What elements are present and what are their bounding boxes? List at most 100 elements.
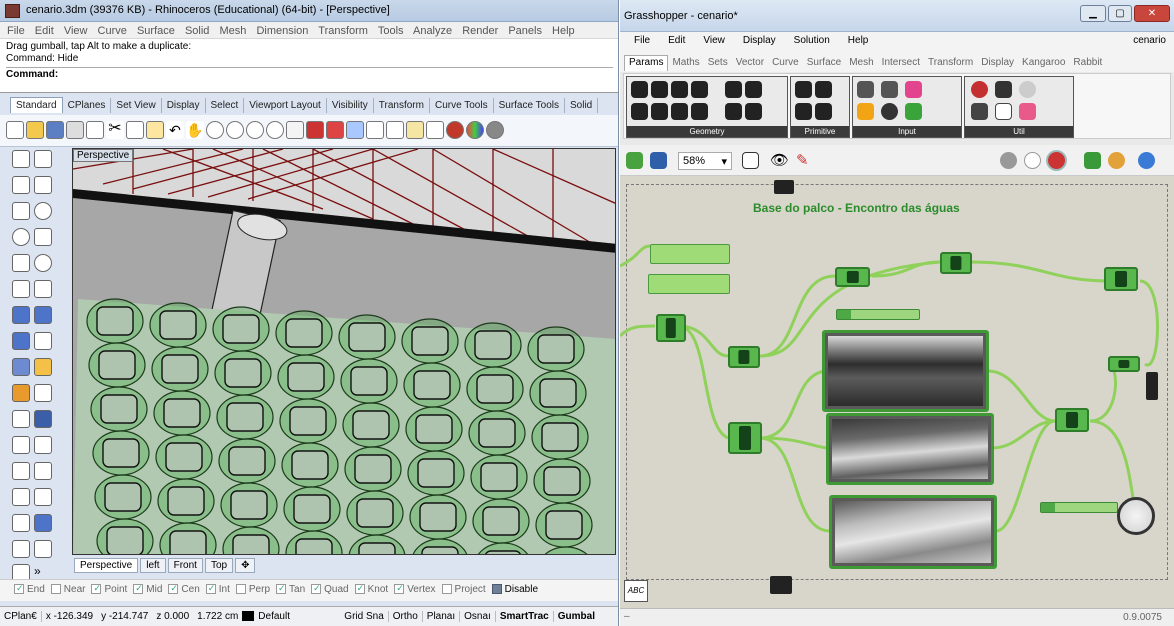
select-points-icon[interactable] xyxy=(34,150,52,168)
gh-menu-display[interactable]: Display xyxy=(743,35,776,46)
tab-select[interactable]: Select xyxy=(206,98,245,113)
new-file-icon[interactable] xyxy=(6,121,24,139)
matrix-icon[interactable] xyxy=(905,103,922,120)
zoom-extents-icon[interactable] xyxy=(246,121,264,139)
number-param-icon[interactable] xyxy=(815,81,832,98)
menu-analyze[interactable]: Analyze xyxy=(413,25,452,37)
selected-only-icon[interactable] xyxy=(1084,152,1101,169)
osnap-checkbox-mid[interactable] xyxy=(133,584,144,595)
tab-standard[interactable]: Standard xyxy=(10,97,63,113)
dimension-icon[interactable] xyxy=(12,384,30,402)
arrow-icon[interactable] xyxy=(995,81,1012,98)
output-dial-icon[interactable] xyxy=(1117,497,1155,535)
group-anchor-bottom-icon[interactable] xyxy=(770,576,792,594)
shade-icon[interactable] xyxy=(346,121,364,139)
scale-icon[interactable] xyxy=(12,540,30,558)
undo-icon[interactable]: ↶ xyxy=(166,121,184,139)
arc-param-icon[interactable] xyxy=(745,103,762,120)
menu-file[interactable]: File xyxy=(7,25,25,37)
panel-component[interactable] xyxy=(650,244,730,264)
gh-component-node[interactable] xyxy=(1104,267,1138,291)
image-preview-node[interactable] xyxy=(822,330,989,412)
sketch-pen-icon[interactable]: ✎ xyxy=(796,152,813,169)
surface-param-icon[interactable] xyxy=(671,81,688,98)
menu-panels[interactable]: Panels xyxy=(508,25,542,37)
surface-icon[interactable] xyxy=(12,306,30,324)
open-file-icon[interactable] xyxy=(26,121,44,139)
status-osnap[interactable]: Osnaı xyxy=(460,611,496,622)
array-icon[interactable] xyxy=(34,488,52,506)
status-gumball[interactable]: Gumbal xyxy=(554,611,599,622)
perspective-viewport[interactable]: Perspective xyxy=(72,148,616,555)
arc-icon[interactable] xyxy=(12,228,30,246)
point-param-icon[interactable] xyxy=(745,81,762,98)
group-anchor-top-icon[interactable] xyxy=(774,180,794,194)
vtab-top[interactable]: Top xyxy=(204,558,234,573)
abc-sketch-icon[interactable]: ABC xyxy=(624,580,648,602)
gh-tab-curve[interactable]: Curve xyxy=(768,56,803,71)
join-icon[interactable] xyxy=(34,410,52,428)
polygon-icon[interactable] xyxy=(34,228,52,246)
gh-menu-edit[interactable]: Edit xyxy=(668,35,685,46)
lock-icon[interactable] xyxy=(426,121,444,139)
curve-icon[interactable] xyxy=(12,202,30,220)
integer-param-icon[interactable] xyxy=(795,103,812,120)
slider-icon[interactable] xyxy=(857,81,874,98)
zoom-level-field[interactable]: 58% ▾ xyxy=(678,152,732,170)
osnap-checkbox-tan[interactable] xyxy=(276,584,287,595)
mesh-quality-icon[interactable] xyxy=(1138,152,1155,169)
undo-view-icon[interactable] xyxy=(286,121,304,139)
sphere-icon[interactable] xyxy=(12,332,30,350)
number-slider[interactable] xyxy=(836,309,920,320)
save-icon[interactable] xyxy=(46,121,64,139)
render-icon[interactable] xyxy=(446,121,464,139)
brep-param-icon[interactable] xyxy=(691,81,708,98)
gh-component-node[interactable] xyxy=(656,314,686,342)
preview-eye-icon[interactable]: 👁 xyxy=(770,152,789,169)
jump-icon[interactable] xyxy=(1019,81,1036,98)
rotate-view-icon[interactable] xyxy=(206,121,224,139)
graph-mapper-icon[interactable] xyxy=(857,103,874,120)
grid-icon[interactable] xyxy=(386,121,404,139)
menu-surface[interactable]: Surface xyxy=(137,25,175,37)
tab-surface-tools[interactable]: Surface Tools xyxy=(494,98,565,113)
preview-off-icon[interactable] xyxy=(1000,152,1017,169)
vtab-front[interactable]: Front xyxy=(167,558,203,573)
gh-menu-help[interactable]: Help xyxy=(848,35,869,46)
status-layer[interactable]: Default xyxy=(254,611,340,622)
osnap-checkbox-end[interactable] xyxy=(14,584,24,595)
mesh-icon[interactable] xyxy=(12,358,30,376)
gh-canvas[interactable]: Base do palco - Encontro das águas ABC xyxy=(620,176,1174,608)
gh-menu-file[interactable]: File xyxy=(634,35,650,46)
ellipse-icon[interactable] xyxy=(34,254,52,272)
light-bulb-icon[interactable] xyxy=(34,358,52,376)
print-icon[interactable] xyxy=(66,121,84,139)
polyline-icon[interactable] xyxy=(34,176,52,194)
gh-component-node[interactable] xyxy=(940,252,972,274)
gh-tab-transform[interactable]: Transform xyxy=(924,56,977,71)
tab-transform[interactable]: Transform xyxy=(374,98,430,113)
cplane-icon[interactable] xyxy=(366,121,384,139)
gh-tab-params[interactable]: Params xyxy=(624,55,669,71)
menu-dimension[interactable]: Dimension xyxy=(256,25,308,37)
image-preview-node[interactable] xyxy=(826,413,994,485)
vtab-perspective[interactable]: Perspective xyxy=(74,558,139,573)
menu-tools[interactable]: Tools xyxy=(378,25,404,37)
geometry-param-icon[interactable] xyxy=(631,81,648,98)
gh-component-node[interactable] xyxy=(1108,356,1140,372)
gh-tab-maths[interactable]: Maths xyxy=(668,56,703,71)
trim-icon[interactable] xyxy=(34,384,52,402)
split-icon[interactable] xyxy=(12,410,30,428)
image-preview-node[interactable] xyxy=(829,495,997,569)
menu-view[interactable]: View xyxy=(64,25,88,37)
extend-icon[interactable] xyxy=(34,436,52,454)
document-preview-icon[interactable] xyxy=(1108,152,1125,169)
cherry-icon[interactable] xyxy=(971,81,988,98)
color-wheel-icon[interactable] xyxy=(466,121,484,139)
status-grid-snap[interactable]: Grid Sna xyxy=(340,611,389,622)
save-document-icon[interactable] xyxy=(650,152,667,169)
zoom-selected-icon[interactable] xyxy=(266,121,284,139)
explode-icon[interactable] xyxy=(12,436,30,454)
zoom-extents-icon[interactable] xyxy=(742,152,759,169)
text-icon[interactable] xyxy=(34,462,52,480)
